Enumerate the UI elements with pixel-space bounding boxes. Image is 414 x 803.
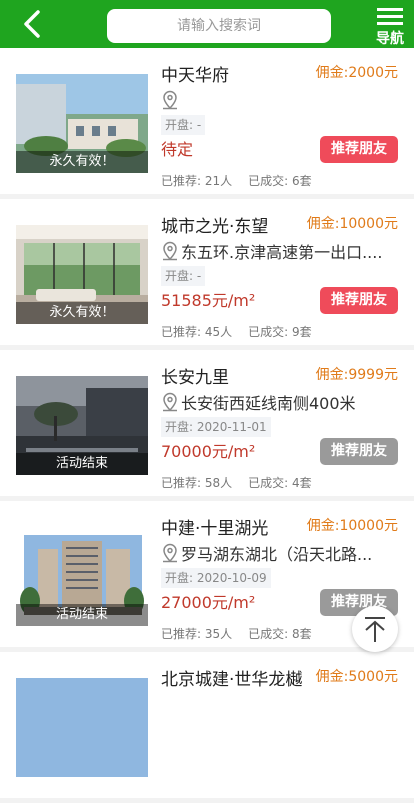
- listing-title: 城市之光·东望: [161, 217, 269, 237]
- promo-tag: 活动结束: [16, 453, 148, 475]
- listing-address: 东五环.京津高速第一出口....: [161, 239, 397, 263]
- listing-item[interactable]: 活动结束 长安九里 佣金:9999元 长安街西延线南侧400米 开盘: 2020…: [0, 350, 414, 501]
- address-text: 东五环.京津高速第一出口....: [181, 243, 383, 262]
- recommend-button[interactable]: 推荐朋友: [320, 136, 398, 163]
- back-arrow-icon[interactable]: [18, 8, 48, 40]
- open-date: 开盘: -: [161, 266, 206, 286]
- listing-title: 长安九里: [161, 368, 229, 388]
- recommended-count: 已推荐: 21人: [161, 174, 233, 188]
- recommended-count: 已推荐: 58人: [161, 476, 233, 490]
- listing-photo: 永久有效！: [16, 225, 148, 324]
- listing-item[interactable]: 北京城建·世华龙樾 佣金:5000元: [0, 652, 414, 803]
- listing-price: 51585元/m²: [161, 291, 256, 310]
- listing-stats: 已推荐: 58人 已成交: 4套: [161, 474, 328, 491]
- listing-address: 罗马湖东湖北（沿天北路...: [161, 541, 397, 565]
- recommend-button[interactable]: 推荐朋友: [320, 438, 398, 465]
- open-date: 开盘: 2020-11-01: [161, 417, 271, 437]
- listing-title: 中建·十里湖光: [161, 519, 269, 539]
- menu-icon: [377, 8, 403, 25]
- arrow-up-icon: [365, 617, 385, 642]
- listing-item[interactable]: 永久有效！ 城市之光·东望 佣金:10000元 东五环.京津高速第一出口....…: [0, 199, 414, 350]
- listing-photo: [16, 678, 148, 777]
- listing-address: 长安街西延线南侧400米: [161, 390, 397, 414]
- commission: 佣金:5000元: [315, 669, 398, 685]
- deal-count: 已成交: 9套: [248, 325, 312, 339]
- top-bar: 请输入搜索词 导航: [0, 0, 414, 48]
- promo-tag: 活动结束: [16, 604, 148, 626]
- location-pin-icon: [163, 543, 177, 563]
- listing-list: 永久有效！ 中天华府 佣金:2000元 开盘: - 待定 推荐朋友 已推荐: 2…: [0, 48, 414, 803]
- recommend-button[interactable]: 推荐朋友: [320, 287, 398, 314]
- commission: 佣金:10000元: [306, 518, 398, 534]
- search-input[interactable]: 请输入搜索词: [107, 9, 331, 43]
- nav-menu-button[interactable]: 导航: [372, 4, 408, 47]
- back-to-top-button[interactable]: [352, 606, 398, 652]
- listing-photo: 活动结束: [16, 527, 148, 626]
- deal-count: 已成交: 4套: [248, 476, 312, 490]
- commission: 佣金:10000元: [306, 216, 398, 232]
- location-pin-icon: [163, 392, 177, 412]
- listing-price: 27000元/m²: [161, 593, 256, 612]
- listing-stats: 已推荐: 21人 已成交: 6套: [161, 172, 328, 189]
- location-pin-icon: [163, 241, 177, 261]
- listing-stats: 已推荐: 45人 已成交: 9套: [161, 323, 328, 340]
- listing-photo: 活动结束: [16, 376, 148, 475]
- deal-count: 已成交: 6套: [248, 174, 312, 188]
- address-text: 长安街西延线南侧400米: [181, 394, 356, 413]
- location-pin-icon: [163, 90, 177, 110]
- promo-tag: 永久有效！: [16, 151, 148, 173]
- deal-count: 已成交: 8套: [248, 627, 312, 641]
- recommended-count: 已推荐: 45人: [161, 325, 233, 339]
- listing-stats: 已推荐: 35人 已成交: 8套: [161, 625, 328, 642]
- listing-price: 待定: [161, 140, 194, 159]
- listing-address: [161, 88, 397, 112]
- listing-photo: 永久有效！: [16, 74, 148, 173]
- commission: 佣金:9999元: [315, 367, 398, 383]
- address-text: 罗马湖东湖北（沿天北路...: [181, 545, 373, 564]
- listing-price: 70000元/m²: [161, 442, 256, 461]
- open-date: 开盘: -: [161, 115, 206, 135]
- recommended-count: 已推荐: 35人: [161, 627, 233, 641]
- listing-title: 北京城建·世华龙樾: [161, 670, 303, 690]
- nav-label: 导航: [376, 31, 404, 47]
- listing-title: 中天华府: [161, 66, 229, 86]
- listing-item[interactable]: 永久有效！ 中天华府 佣金:2000元 开盘: - 待定 推荐朋友 已推荐: 2…: [0, 48, 414, 199]
- commission: 佣金:2000元: [315, 65, 398, 81]
- promo-tag: 永久有效！: [16, 302, 148, 324]
- open-date: 开盘: 2020-10-09: [161, 568, 271, 588]
